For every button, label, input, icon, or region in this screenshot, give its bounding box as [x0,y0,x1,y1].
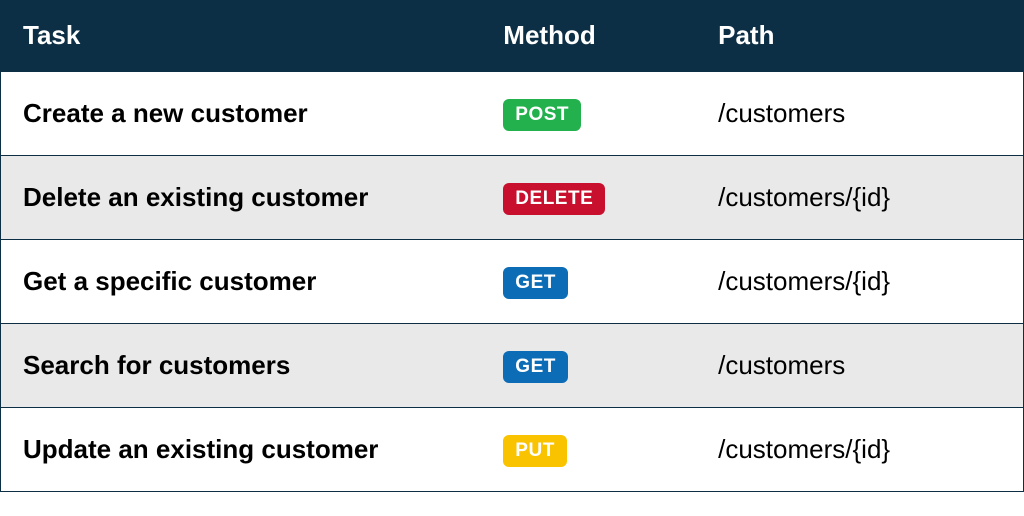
method-cell: GET [481,324,696,408]
header-task: Task [1,0,482,72]
method-badge: DELETE [503,183,605,215]
task-cell: Delete an existing customer [1,156,482,240]
table-row: Update an existing customer PUT /custome… [1,408,1024,492]
header-method: Method [481,0,696,72]
table-row: Search for customers GET /customers [1,324,1024,408]
header-path: Path [696,0,1023,72]
task-cell: Update an existing customer [1,408,482,492]
method-cell: POST [481,72,696,156]
method-cell: DELETE [481,156,696,240]
table-header-row: Task Method Path [1,0,1024,72]
path-cell: /customers/{id} [696,156,1023,240]
api-endpoints-table: Task Method Path Create a new customer P… [0,0,1024,492]
table-row: Create a new customer POST /customers [1,72,1024,156]
path-cell: /customers [696,72,1023,156]
path-cell: /customers/{id} [696,408,1023,492]
task-cell: Search for customers [1,324,482,408]
method-badge: PUT [503,435,567,467]
method-cell: PUT [481,408,696,492]
method-cell: GET [481,240,696,324]
table-row: Delete an existing customer DELETE /cust… [1,156,1024,240]
table-row: Get a specific customer GET /customers/{… [1,240,1024,324]
task-cell: Get a specific customer [1,240,482,324]
path-cell: /customers [696,324,1023,408]
task-cell: Create a new customer [1,72,482,156]
method-badge: GET [503,267,568,299]
method-badge: POST [503,99,581,131]
method-badge: GET [503,351,568,383]
path-cell: /customers/{id} [696,240,1023,324]
